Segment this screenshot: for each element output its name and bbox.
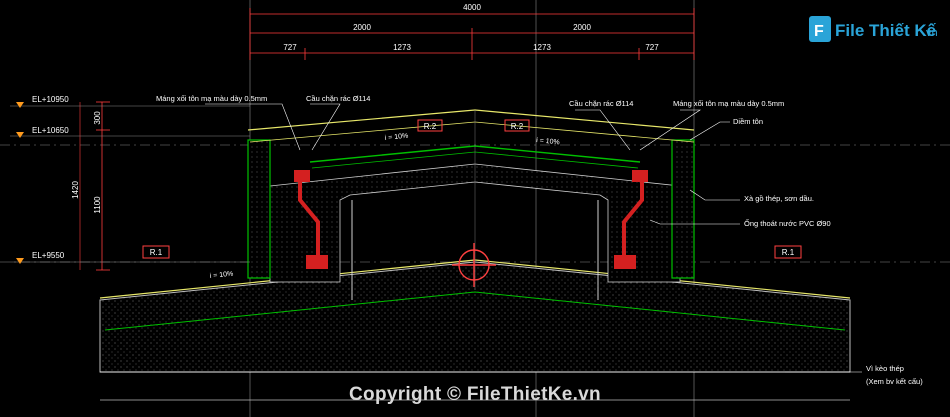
label-gutter-left: Máng xối tôn mạ màu dày 0.5mm	[156, 94, 267, 103]
logo-suffix: .vn	[923, 27, 938, 39]
elevation-middle: EL+10650	[32, 126, 69, 135]
dim-vertical-lower: 1100	[93, 196, 102, 214]
slope-roof-left: i = 10%	[384, 133, 408, 142]
label-steel-truss: Vì kèo thép	[866, 364, 904, 373]
section-tags: R.2 R.2 R.1 R.1	[142, 119, 802, 259]
dim-left-half: 2000	[353, 23, 371, 32]
label-ridge-tile: Diềm tôn	[733, 117, 763, 126]
tag-r1-right: R.1	[782, 248, 795, 257]
label-gutter-right: Máng xối tôn mạ màu dày 0.5mm	[673, 99, 784, 108]
dim-left-outer: 727	[283, 43, 297, 52]
svg-text:F: F	[814, 23, 824, 40]
dim-vertical-total: 1420	[71, 181, 80, 199]
dim-left-inner: 1273	[393, 43, 411, 52]
slope-lower-left: i = 10%	[209, 271, 233, 280]
watermark-copyright: Copyright © FileThietKe.vn	[349, 384, 601, 405]
watermark-logo: F File Thiết Kế .vn	[807, 12, 947, 46]
slope-roof-right: i = 10%	[536, 137, 560, 146]
label-grate-left: Cầu chặn rác Ø114	[306, 94, 370, 103]
dim-vertical-top: 300	[93, 111, 102, 125]
elevation-markers: EL+10950 EL+10650 EL+9550	[10, 95, 250, 264]
label-steel-purlin: Xà gồ thép, sơn dầu.	[744, 194, 814, 203]
cad-drawing: 4000 2000 2000 727 1273 1273 727 300 142…	[0, 0, 950, 417]
dim-right-half: 2000	[573, 23, 591, 32]
elevation-top: EL+10950	[32, 95, 69, 104]
label-grate-right: Cầu chặn rác Ø114	[569, 99, 633, 108]
dim-right-inner: 1273	[533, 43, 551, 52]
logo-text: File Thiết Kế	[835, 21, 937, 40]
dim-right-outer: 727	[645, 43, 659, 52]
tag-r1-left: R.1	[150, 248, 163, 257]
tag-r2-right: R.2	[511, 122, 524, 131]
label-drain-pipe: Ống thoát nước PVC Ø90	[744, 218, 831, 228]
elevation-bottom: EL+9550	[32, 251, 65, 260]
dim-total: 4000	[463, 3, 481, 12]
tag-r2-left: R.2	[424, 122, 437, 131]
